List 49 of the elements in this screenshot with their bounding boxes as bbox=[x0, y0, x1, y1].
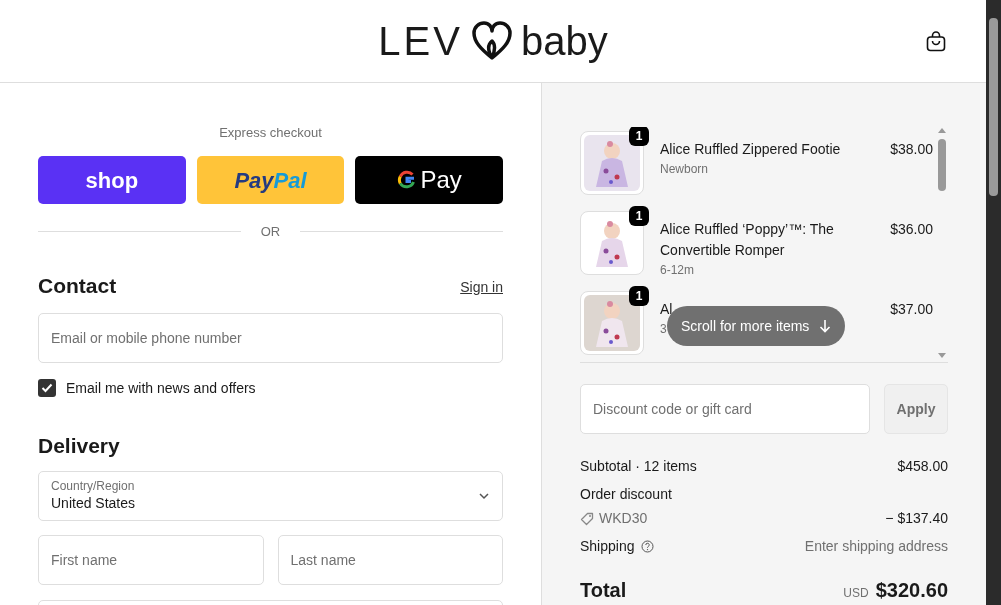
discount-code: WKD30 bbox=[599, 509, 648, 528]
heart-icon bbox=[470, 21, 513, 61]
last-name-field[interactable]: Last name bbox=[277, 534, 503, 585]
scrollbar[interactable] bbox=[986, 0, 1001, 605]
field-value: United States bbox=[51, 494, 136, 512]
product-variant: 3 bbox=[660, 321, 667, 338]
quantity-badge: 1 bbox=[629, 206, 649, 226]
tag-icon bbox=[580, 511, 594, 526]
google-pay-button[interactable]: Pay bbox=[355, 156, 503, 204]
summary-label: Order discount bbox=[580, 485, 672, 504]
checkbox-label: Email me with news and offers bbox=[66, 378, 256, 398]
shop-pay-button[interactable]: shop bbox=[38, 156, 186, 204]
country-select[interactable]: Country/Region United States bbox=[38, 470, 503, 521]
checkbox[interactable] bbox=[38, 379, 56, 397]
section-heading: Contact bbox=[38, 272, 117, 299]
shopping-bag-icon[interactable] bbox=[926, 31, 946, 52]
total-value: $320.60 bbox=[875, 578, 948, 603]
sign-in-link[interactable]: Sign in bbox=[460, 276, 503, 298]
field-label: Country/Region bbox=[51, 479, 136, 494]
email-field[interactable]: Email or mobile phone number bbox=[38, 312, 503, 363]
summary-label: Subtotal · 12 items bbox=[580, 457, 697, 476]
product-variant: Newborn bbox=[660, 161, 709, 178]
first-name-field[interactable]: First name bbox=[38, 534, 264, 585]
summary-value: Enter shipping address bbox=[804, 537, 948, 556]
product-name: Alice Ruffled Zippered Footie bbox=[660, 140, 841, 159]
product-price: $36.00 bbox=[890, 220, 933, 239]
discount-field[interactable]: Discount code or gift card bbox=[580, 384, 870, 434]
total-label: Total bbox=[580, 578, 627, 603]
arrow-down-icon bbox=[819, 319, 832, 333]
chevron-down-icon bbox=[478, 491, 490, 500]
section-label: Express checkout bbox=[218, 124, 323, 142]
summary-value: $458.00 bbox=[897, 457, 948, 476]
google-g-icon bbox=[396, 170, 417, 190]
product-variant: 6-12m bbox=[660, 262, 694, 279]
quantity-badge: 1 bbox=[629, 127, 649, 146]
summary-label: Shipping bbox=[580, 537, 635, 556]
logo-text: LEV bbox=[378, 21, 463, 61]
product-price: $38.00 bbox=[890, 140, 933, 159]
paypal-button[interactable]: PayPal bbox=[196, 156, 345, 204]
product-price: $37.00 bbox=[890, 300, 933, 319]
summary-value: − $137.40 bbox=[885, 509, 948, 528]
quantity-badge: 1 bbox=[629, 286, 649, 306]
logo-text: baby bbox=[520, 21, 608, 61]
apply-button[interactable]: Apply bbox=[884, 384, 948, 434]
product-name: Alice Ruffled ‘Poppy’™: The Convertible Romper bbox=[660, 220, 835, 260]
currency-label: USD bbox=[843, 585, 869, 602]
section-heading: Delivery bbox=[38, 432, 121, 459]
help-icon[interactable] bbox=[640, 540, 654, 553]
divider-label: OR bbox=[259, 223, 282, 241]
